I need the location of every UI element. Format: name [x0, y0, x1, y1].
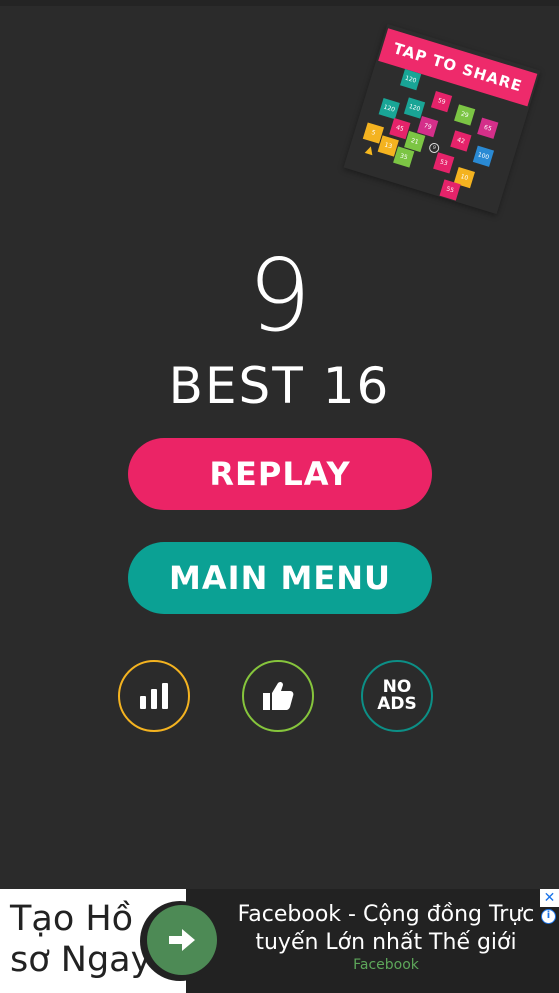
ad-go-button[interactable] — [147, 905, 217, 975]
share-tile: 53 — [433, 152, 455, 174]
share-shooter — [364, 145, 375, 156]
share-tile: 65 — [477, 117, 499, 139]
bar-chart-icon — [140, 683, 168, 709]
share-tile: 55 — [439, 179, 461, 201]
rate-button[interactable] — [242, 660, 314, 732]
status-strip — [0, 0, 559, 6]
no-ads-button[interactable]: NO ADS — [361, 660, 433, 732]
arrow-right-icon — [169, 929, 195, 951]
info-icon[interactable]: i — [541, 909, 556, 924]
share-tile: 120 — [400, 68, 422, 91]
ad-headline[interactable]: Tạo Hồ sơ Ngay — [10, 899, 151, 981]
ad-headline-line-2: sơ Ngay — [10, 940, 152, 980]
main-menu-button[interactable]: MAIN MENU — [128, 542, 432, 614]
ad-title[interactable]: Facebook - Cộng đồng Trực tuyến Lớn nhất… — [216, 901, 556, 957]
no-ads-label: NO ADS — [377, 679, 417, 713]
replay-button[interactable]: REPLAY — [128, 438, 432, 510]
ad-banner[interactable]: Tạo Hồ sơ Ngay Facebook - Cộng đồng Trực… — [0, 889, 559, 993]
thumbs-up-icon — [263, 681, 294, 710]
leaderboard-button[interactable] — [118, 660, 190, 732]
ad-headline-line-1: Tạo Hồ — [10, 899, 134, 939]
share-tile: 100 — [472, 145, 495, 167]
share-tile: 35 — [393, 146, 415, 168]
close-icon[interactable]: ✕ — [540, 889, 559, 907]
share-tile: 29 — [454, 104, 476, 126]
no-ads-line-2: ADS — [377, 694, 417, 714]
current-score: 9 — [247, 237, 312, 354]
ad-title-line-2: tuyến Lớn nhất Thế giới — [255, 930, 517, 955]
share-tiles: 120 59 29 65 120 79 120 45 21 42 100 5 13 35 53 10 55 9 — [344, 24, 541, 214]
share-tile: 59 — [430, 90, 453, 113]
ad-source: Facebook — [353, 957, 419, 973]
share-tile: 120 — [378, 98, 400, 120]
share-tile: 42 — [450, 130, 472, 152]
best-score: BEST 16 — [168, 357, 391, 415]
ad-title-line-1: Facebook - Cộng đồng Trực — [237, 902, 535, 927]
share-thumbnail[interactable]: TAP TO SHARE 120 59 29 65 120 79 120 45 21 42 100 5… — [343, 23, 541, 215]
